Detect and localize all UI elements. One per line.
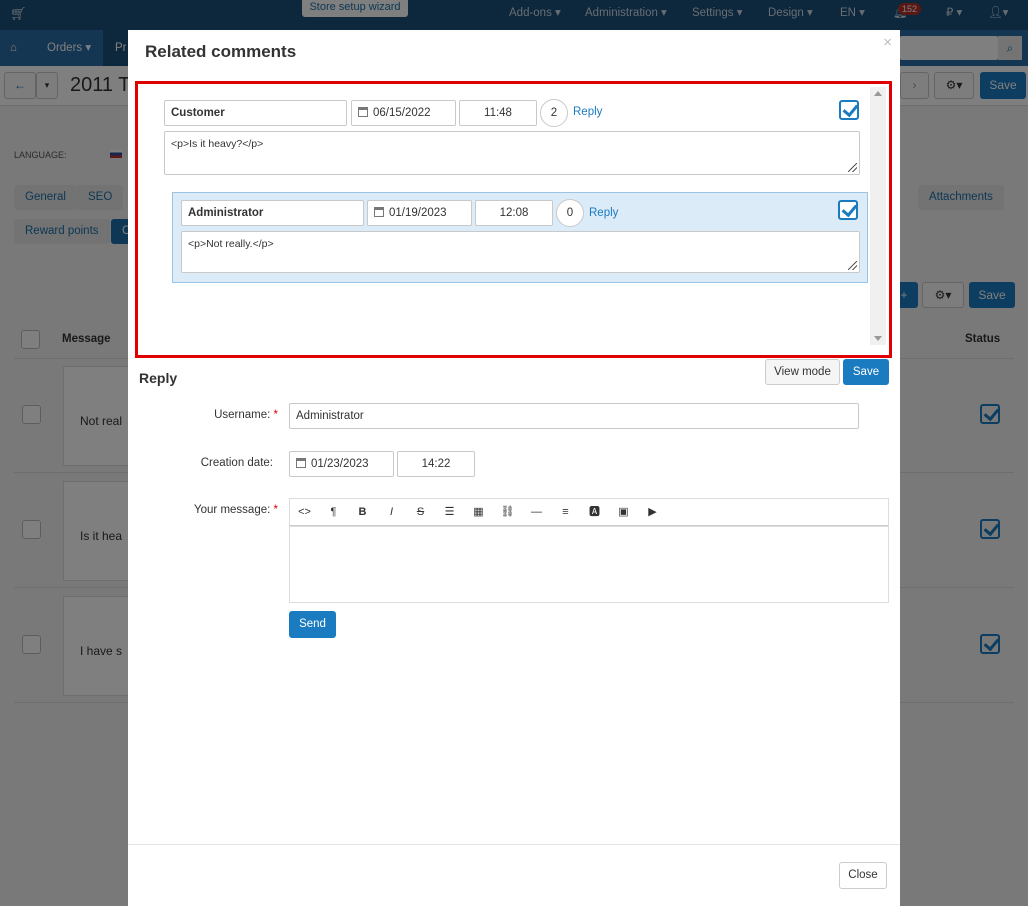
image-icon[interactable]: ▣ [609, 499, 638, 525]
link-icon[interactable]: ⛓ [493, 499, 522, 525]
calendar-icon [296, 458, 306, 468]
comment-date[interactable]: 06/15/2022 [351, 100, 456, 126]
bold-icon[interactable]: B [348, 499, 377, 525]
close-icon[interactable]: × [883, 34, 892, 51]
related-comments-dialog: Related comments × Customer 06/15/2022 1… [128, 30, 900, 906]
scroll-down-icon[interactable] [874, 336, 882, 341]
comments-scrollbar[interactable] [870, 87, 886, 345]
reply-comment-block: Administrator 01/19/2023 12:08 0 Reply <… [172, 192, 868, 283]
video-icon[interactable]: ▶ [638, 499, 667, 525]
resize-grip-icon[interactable] [848, 261, 857, 270]
italic-icon[interactable]: I [377, 499, 406, 525]
comment-message-textarea[interactable]: <p>Is it heavy?</p> [164, 131, 860, 175]
editor-toolbar: <> ¶ B I S ☰ ▦ ⛓ — ≡ 🅰︎ ▣ ▶ [289, 498, 889, 526]
dialog-footer-divider [128, 844, 900, 845]
calendar-icon [374, 207, 384, 217]
horizontal-rule-icon[interactable]: — [522, 499, 551, 525]
username-label: Username: * [214, 409, 278, 421]
reply-save-button[interactable]: Save [843, 359, 889, 385]
username-field[interactable]: Administrator [289, 403, 859, 429]
scroll-up-icon[interactable] [874, 91, 882, 96]
comment-message-textarea[interactable]: <p>Not really.</p> [181, 231, 860, 273]
comment-approve-checkbox[interactable] [839, 100, 859, 120]
paragraph-icon[interactable]: ¶ [319, 499, 348, 525]
creation-time-field[interactable]: 14:22 [397, 451, 475, 477]
message-editor[interactable] [289, 526, 889, 603]
reply-heading: Reply [139, 370, 178, 386]
view-mode-button[interactable]: View mode [765, 359, 840, 385]
align-icon[interactable]: ≡ [551, 499, 580, 525]
comment-username[interactable]: Administrator [181, 200, 364, 226]
creation-date-field[interactable]: 01/23/2023 [289, 451, 394, 477]
calendar-icon [358, 107, 368, 117]
comment-time[interactable]: 12:08 [475, 200, 553, 226]
send-button[interactable]: Send [289, 611, 336, 638]
comments-scroll-area[interactable]: Customer 06/15/2022 11:48 2 Reply <p>Is … [137, 83, 889, 354]
reply-count-badge: 0 [556, 199, 584, 227]
strikethrough-icon[interactable]: S [406, 499, 435, 525]
comment-username[interactable]: Customer [164, 100, 347, 126]
table-icon[interactable]: ▦ [464, 499, 493, 525]
bullet-list-icon[interactable]: ☰ [435, 499, 464, 525]
reply-count-badge: 2 [540, 99, 568, 127]
code-view-icon[interactable]: <> [290, 499, 319, 525]
comment-date[interactable]: 01/19/2023 [367, 200, 472, 226]
close-button[interactable]: Close [839, 862, 887, 889]
reply-link[interactable]: Reply [573, 106, 602, 118]
your-message-label: Your message: * [194, 504, 278, 516]
creation-date-label: Creation date: [200, 457, 273, 469]
comment-time[interactable]: 11:48 [459, 100, 537, 126]
reply-link[interactable]: Reply [589, 207, 618, 219]
comment-approve-checkbox[interactable] [838, 200, 858, 220]
font-color-icon[interactable]: 🅰︎ [580, 499, 609, 525]
resize-grip-icon[interactable] [848, 163, 857, 172]
dialog-title: Related comments [145, 42, 297, 61]
